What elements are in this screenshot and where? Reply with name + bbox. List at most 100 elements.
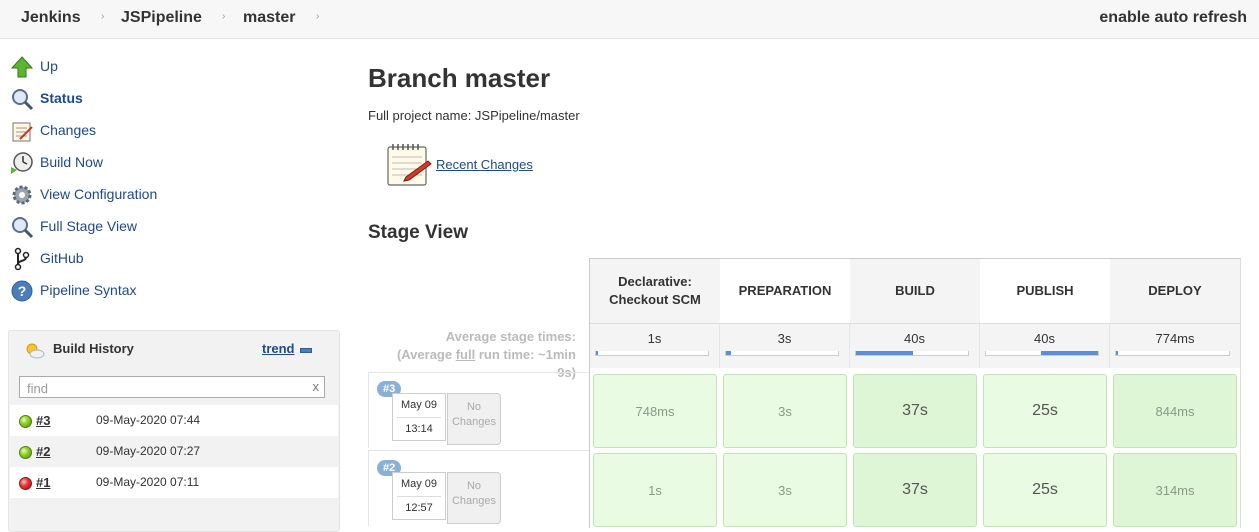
stage-cell[interactable]: 25s	[983, 374, 1107, 448]
build-date[interactable]: 09-May-2020 07:27	[96, 444, 200, 458]
stage-average-bar	[985, 351, 1099, 356]
breadcrumb-jenkins[interactable]: Jenkins	[21, 9, 81, 27]
gear-icon	[12, 185, 32, 205]
stage-average: 3s	[720, 323, 850, 368]
sidebar-item-label: Status	[40, 90, 83, 106]
stage-cell[interactable]: 314ms	[1113, 453, 1237, 527]
build-row: #3 09-May-2020 07:44	[10, 405, 338, 436]
stage-average-fill	[726, 351, 731, 355]
run-row: #2 May 09 12:57 No Changes	[368, 450, 589, 526]
average-label-line: Average stage times:	[445, 329, 576, 344]
magnifier-icon	[12, 217, 34, 239]
build-date[interactable]: 09-May-2020 07:11	[96, 475, 199, 489]
full-project-name: Full project name: JSPipeline/master	[368, 108, 580, 123]
average-label-line: (Average full run time: ~1min	[380, 346, 576, 364]
notepad-icon[interactable]	[386, 141, 432, 187]
page-title: Branch master	[368, 63, 551, 93]
build-date[interactable]: 09-May-2020 07:44	[96, 413, 200, 427]
run-time: 12:57	[405, 502, 433, 514]
breadcrumb: Jenkins › JSPipeline › master › enable a…	[0, 0, 1259, 39]
clear-search-icon[interactable]: x	[313, 379, 320, 394]
sidebar-item-build-now[interactable]: Build Now	[10, 149, 330, 177]
run-date-box: May 09 12:57	[392, 472, 446, 520]
run-date-divider	[397, 496, 441, 497]
build-search-box: x	[19, 376, 325, 398]
stage-average-fill	[1116, 351, 1118, 355]
build-history-title: Build History	[53, 341, 134, 356]
run-changes-box: No Changes	[447, 393, 501, 445]
full-run-link[interactable]: full	[456, 347, 476, 362]
stage-average-time: 774ms	[1155, 331, 1195, 346]
run-changes-text: No	[466, 401, 482, 413]
stage-average-bar	[595, 351, 709, 356]
stage-header: PUBLISH	[980, 259, 1111, 323]
git-branch-icon	[14, 247, 30, 271]
help-icon: ?	[11, 280, 33, 302]
sidebar-item-pipeline-syntax[interactable]: ? Pipeline Syntax	[10, 277, 330, 305]
run-changes-text: Changes	[451, 495, 497, 507]
average-label-text: (Average	[396, 347, 456, 362]
sidebar-item-view-configuration[interactable]: View Configuration	[10, 181, 330, 209]
auto-refresh-link[interactable]: enable auto refresh	[1099, 9, 1247, 27]
run-changes-box: No Changes	[447, 472, 501, 524]
run-time: 13:14	[405, 423, 433, 435]
stage-average-time: 40s	[1034, 331, 1055, 346]
recent-changes-link[interactable]: Recent Changes	[436, 157, 533, 172]
sidebar-item-full-stage-view[interactable]: Full Stage View	[10, 213, 330, 241]
stage-cell[interactable]: 3s	[723, 374, 847, 448]
build-number-link[interactable]: #2	[36, 444, 50, 459]
breadcrumb-master[interactable]: master	[243, 9, 295, 27]
stage-cell[interactable]: 37s	[853, 374, 977, 448]
stage-name: PUBLISH	[1016, 283, 1074, 298]
run-date-divider	[397, 417, 441, 418]
sidebar-item-changes[interactable]: Changes	[10, 117, 330, 145]
run-changes-text: No	[466, 480, 482, 492]
stage-average: 774ms	[1110, 323, 1240, 368]
stage-name: DEPLOY	[1148, 283, 1202, 298]
run-row: #3 May 09 13:14 No Changes	[368, 372, 589, 448]
stage-average-bar	[855, 351, 969, 356]
stage-average-bar	[725, 351, 839, 356]
stage-name: Checkout SCM	[609, 292, 701, 307]
sidebar-item-label: Build Now	[40, 154, 104, 170]
stage-header: PREPARATION	[720, 259, 851, 323]
sidebar-item-up[interactable]: Up	[10, 53, 330, 81]
stage-view-table: Declarative: Checkout SCM PREPARATION BUI…	[589, 258, 1241, 528]
breadcrumb-separator[interactable]: ›	[101, 11, 104, 22]
stage-cell[interactable]: 3s	[723, 453, 847, 527]
stage-average-fill	[1041, 351, 1098, 355]
build-history-panel: Build History trend x #3 09-May-2020 07:…	[8, 330, 340, 532]
run-date: May 09	[400, 478, 438, 490]
stage-cell[interactable]: 748ms	[593, 374, 717, 448]
breadcrumb-separator[interactable]: ›	[222, 11, 225, 22]
stage-cell[interactable]: 25s	[983, 453, 1107, 527]
stage-cell[interactable]: 844ms	[1113, 374, 1237, 448]
stage-cell[interactable]: 37s	[853, 453, 977, 527]
svg-text:?: ?	[18, 283, 27, 299]
sidebar-item-label: GitHub	[40, 250, 84, 266]
build-row: #2 09-May-2020 07:27	[10, 436, 338, 467]
stage-average-fill	[596, 351, 598, 355]
build-search-input[interactable]	[25, 378, 309, 398]
stage-average-time: 40s	[904, 331, 925, 346]
stage-name: PREPARATION	[738, 283, 832, 298]
sidebar-item-github[interactable]: GitHub	[10, 245, 330, 273]
sidebar-item-label: Up	[40, 58, 58, 74]
run-date-box: May 09 13:14	[392, 393, 446, 441]
build-number-link[interactable]: #3	[36, 413, 50, 428]
sidebar-item-label: Changes	[40, 122, 97, 138]
trend-link[interactable]: trend	[262, 341, 295, 356]
breadcrumb-jspipeline[interactable]: JSPipeline	[121, 9, 202, 27]
stage-header: BUILD	[850, 259, 981, 323]
stage-average: 40s	[850, 323, 980, 368]
weather-sunny-icon	[26, 343, 45, 359]
success-ball-icon	[19, 446, 32, 459]
stage-average-fill	[856, 351, 913, 355]
breadcrumb-separator[interactable]: ›	[316, 11, 319, 22]
build-number-link[interactable]: #1	[36, 475, 50, 490]
stage-average-time: 1s	[647, 331, 662, 346]
sidebar-item-status[interactable]: Status	[10, 85, 330, 113]
magnifier-icon	[12, 89, 34, 111]
collapse-icon[interactable]	[300, 348, 312, 353]
stage-cell[interactable]: 1s	[593, 453, 717, 527]
